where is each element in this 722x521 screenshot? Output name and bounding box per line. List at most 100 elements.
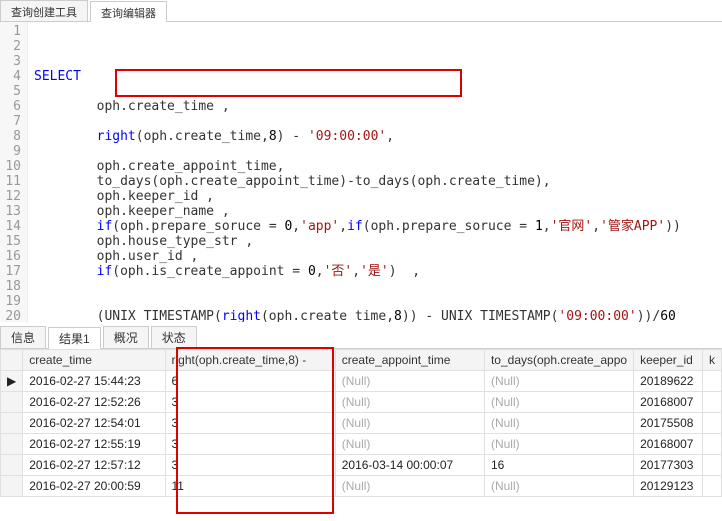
cell-right-expr[interactable]: 3 bbox=[165, 434, 335, 455]
cell-create-time[interactable]: 2016-02-27 12:52:26 bbox=[23, 392, 165, 413]
cell-create-appoint-time[interactable]: (Null) bbox=[335, 434, 484, 455]
col-keeper-name[interactable]: k bbox=[703, 350, 722, 371]
line-number: 13 bbox=[4, 204, 21, 219]
cell-create-appoint-time[interactable]: (Null) bbox=[335, 392, 484, 413]
col-to-days[interactable]: to_days(oph.create_appo bbox=[484, 350, 633, 371]
sql-editor[interactable]: 1234567891011121314151617181920 SELECT o… bbox=[0, 22, 722, 322]
cell-right-expr[interactable]: 3 bbox=[165, 413, 335, 434]
line-number: 14 bbox=[4, 219, 21, 234]
code-line[interactable] bbox=[34, 84, 681, 99]
cell-keeper-id[interactable]: 20129123 bbox=[634, 476, 703, 497]
row-marker bbox=[1, 476, 23, 497]
cell-right-expr[interactable]: 6 bbox=[165, 371, 335, 392]
line-number: 15 bbox=[4, 234, 21, 249]
cell-create-appoint-time[interactable]: (Null) bbox=[335, 413, 484, 434]
line-number: 19 bbox=[4, 294, 21, 309]
col-right-expr[interactable]: right(oph.create_time,8) - bbox=[165, 350, 335, 371]
cell-keeper-name[interactable] bbox=[703, 371, 722, 392]
cell-keeper-id[interactable]: 20175508 bbox=[634, 413, 703, 434]
code-line[interactable]: oph.keeper_id , bbox=[34, 189, 681, 204]
code-line[interactable]: oph.user_id , bbox=[34, 249, 681, 264]
cell-to-days[interactable]: 16 bbox=[484, 455, 633, 476]
cell-keeper-name[interactable] bbox=[703, 455, 722, 476]
cell-keeper-id[interactable]: 20189622 bbox=[634, 371, 703, 392]
code-line[interactable] bbox=[34, 144, 681, 159]
cell-keeper-id[interactable]: 20168007 bbox=[634, 434, 703, 455]
tab-info[interactable]: 信息 bbox=[0, 326, 46, 348]
cell-create-time[interactable]: 2016-02-27 12:55:19 bbox=[23, 434, 165, 455]
line-number: 5 bbox=[4, 84, 21, 99]
cell-create-appoint-time[interactable]: 2016-03-14 00:00:07 bbox=[335, 455, 484, 476]
tab-result-1[interactable]: 结果1 bbox=[48, 327, 101, 349]
table-row[interactable]: 2016-02-27 12:55:193(Null)(Null)20168007 bbox=[1, 434, 722, 455]
cell-right-expr[interactable]: 11 bbox=[165, 476, 335, 497]
cell-to-days[interactable]: (Null) bbox=[484, 371, 633, 392]
cell-right-expr[interactable]: 3 bbox=[165, 455, 335, 476]
code-line[interactable] bbox=[34, 114, 681, 129]
code-line[interactable]: if(oph.prepare_soruce = 0,'app',if(oph.p… bbox=[34, 219, 681, 234]
col-create-time[interactable]: create_time bbox=[23, 350, 165, 371]
code-line[interactable]: oph.create_time , bbox=[34, 99, 681, 114]
code-line[interactable]: oph.keeper_name , bbox=[34, 204, 681, 219]
tab-status[interactable]: 状态 bbox=[151, 326, 197, 348]
row-marker: ▶ bbox=[1, 371, 23, 392]
line-number: 2 bbox=[4, 39, 21, 54]
row-marker bbox=[1, 455, 23, 476]
cell-keeper-name[interactable] bbox=[703, 476, 722, 497]
row-marker bbox=[1, 413, 23, 434]
tab-query-editor[interactable]: 查询编辑器 bbox=[90, 1, 167, 22]
tab-overview[interactable]: 概况 bbox=[103, 326, 149, 348]
line-number: 9 bbox=[4, 144, 21, 159]
editor-tabs: 查询创建工具 查询编辑器 bbox=[0, 0, 722, 22]
code-line[interactable]: to_days(oph.create_appoint_time)-to_days… bbox=[34, 174, 681, 189]
line-number: 12 bbox=[4, 189, 21, 204]
result-tabs: 信息 结果1 概况 状态 bbox=[0, 326, 722, 349]
cell-keeper-id[interactable]: 20168007 bbox=[634, 392, 703, 413]
row-marker bbox=[1, 434, 23, 455]
cell-create-time[interactable]: 2016-02-27 15:44:23 bbox=[23, 371, 165, 392]
result-grid[interactable]: create_time right(oph.create_time,8) - c… bbox=[0, 349, 722, 497]
code-line[interactable] bbox=[34, 294, 681, 309]
line-number: 17 bbox=[4, 264, 21, 279]
cell-to-days[interactable]: (Null) bbox=[484, 392, 633, 413]
cell-create-appoint-time[interactable]: (Null) bbox=[335, 476, 484, 497]
line-number: 3 bbox=[4, 54, 21, 69]
code-area[interactable]: SELECT oph.create_time , right(oph.creat… bbox=[28, 22, 687, 322]
col-create-appoint-time[interactable]: create_appoint_time bbox=[335, 350, 484, 371]
code-line[interactable]: oph.create_appoint_time, bbox=[34, 159, 681, 174]
code-line[interactable]: oph.house_type_str , bbox=[34, 234, 681, 249]
cell-right-expr[interactable]: 3 bbox=[165, 392, 335, 413]
line-number: 4 bbox=[4, 69, 21, 84]
code-line[interactable]: if(oph.is_create_appoint = 0,'否','是') , bbox=[34, 264, 681, 279]
cell-create-time[interactable]: 2016-02-27 20:00:59 bbox=[23, 476, 165, 497]
cell-keeper-name[interactable] bbox=[703, 392, 722, 413]
line-number: 11 bbox=[4, 174, 21, 189]
cell-keeper-name[interactable] bbox=[703, 434, 722, 455]
code-line[interactable]: right(oph.create_time,8) - '09:00:00', bbox=[34, 129, 681, 144]
cell-to-days[interactable]: (Null) bbox=[484, 413, 633, 434]
line-number: 16 bbox=[4, 249, 21, 264]
cell-create-time[interactable]: 2016-02-27 12:57:12 bbox=[23, 455, 165, 476]
table-row[interactable]: 2016-02-27 12:57:1232016-03-14 00:00:071… bbox=[1, 455, 722, 476]
grid-header-row: create_time right(oph.create_time,8) - c… bbox=[1, 350, 722, 371]
code-line[interactable]: (UNIX_TIMESTAMP(right(oph.create_time,8)… bbox=[34, 309, 681, 322]
table-row[interactable]: 2016-02-27 12:54:013(Null)(Null)20175508 bbox=[1, 413, 722, 434]
code-line[interactable] bbox=[34, 279, 681, 294]
line-number: 7 bbox=[4, 114, 21, 129]
cell-to-days[interactable]: (Null) bbox=[484, 434, 633, 455]
line-number: 18 bbox=[4, 279, 21, 294]
cell-keeper-id[interactable]: 20177303 bbox=[634, 455, 703, 476]
cell-create-appoint-time[interactable]: (Null) bbox=[335, 371, 484, 392]
cell-to-days[interactable]: (Null) bbox=[484, 476, 633, 497]
cell-keeper-name[interactable] bbox=[703, 413, 722, 434]
tab-query-builder[interactable]: 查询创建工具 bbox=[0, 0, 88, 21]
row-marker-header bbox=[1, 350, 23, 371]
code-line[interactable]: SELECT bbox=[34, 69, 681, 84]
table-row[interactable]: 2016-02-27 12:52:263(Null)(Null)20168007 bbox=[1, 392, 722, 413]
col-keeper-id[interactable]: keeper_id bbox=[634, 350, 703, 371]
table-row[interactable]: ▶2016-02-27 15:44:236(Null)(Null)2018962… bbox=[1, 371, 722, 392]
line-number: 6 bbox=[4, 99, 21, 114]
cell-create-time[interactable]: 2016-02-27 12:54:01 bbox=[23, 413, 165, 434]
line-number: 10 bbox=[4, 159, 21, 174]
table-row[interactable]: 2016-02-27 20:00:5911(Null)(Null)2012912… bbox=[1, 476, 722, 497]
